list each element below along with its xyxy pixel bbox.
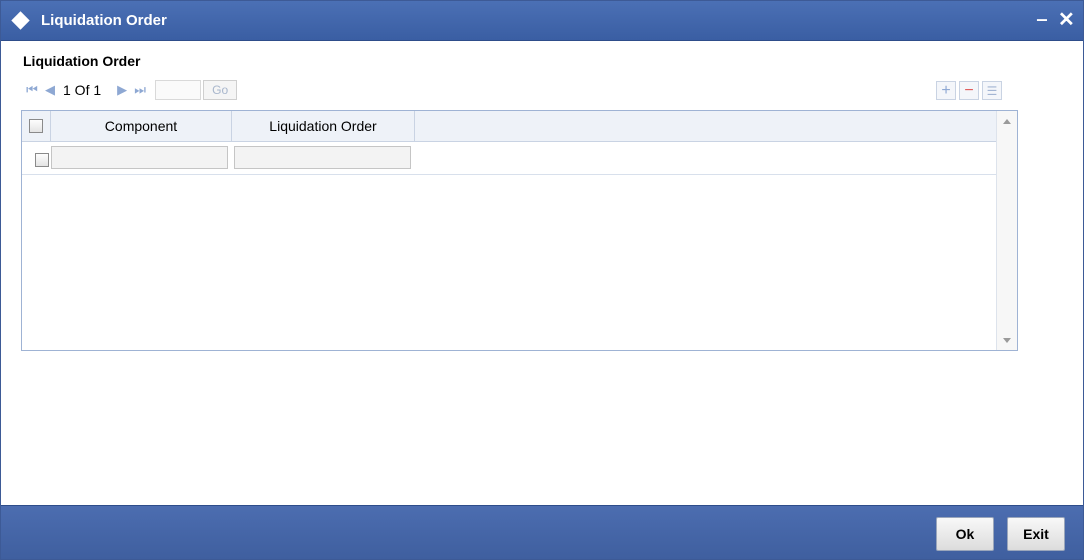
single-view-button[interactable]: ☰: [982, 81, 1002, 100]
table-row: [22, 143, 996, 175]
scroll-up-icon[interactable]: [1003, 119, 1011, 124]
select-all-checkbox[interactable]: [29, 119, 43, 133]
liquidation-order-window: Liquidation Order ‒ ✕ Liquidation Order …: [0, 0, 1084, 560]
ok-button[interactable]: Ok: [936, 517, 994, 551]
first-page-icon[interactable]: ⏮: [23, 82, 41, 98]
select-all-cell: [22, 111, 51, 142]
window-title: Liquidation Order: [41, 12, 167, 29]
liquidation-order-grid: Component Liquidation Order: [21, 110, 1018, 351]
column-header-liquidation-order[interactable]: Liquidation Order: [232, 111, 415, 142]
delete-row-button[interactable]: −: [959, 81, 979, 100]
list-icon: ☰: [986, 83, 998, 98]
grid-header: Component Liquidation Order: [22, 111, 996, 142]
minus-icon: −: [964, 81, 974, 99]
goto-page-input[interactable]: [155, 80, 202, 100]
add-row-button[interactable]: +: [936, 81, 956, 100]
close-button[interactable]: ✕: [1058, 7, 1075, 32]
scroll-down-icon[interactable]: [1003, 338, 1011, 343]
go-button[interactable]: Go: [203, 80, 238, 100]
next-page-icon[interactable]: ▶: [113, 82, 131, 98]
row-select-checkbox[interactable]: [35, 153, 49, 167]
liquidation-order-field[interactable]: [234, 146, 411, 169]
plus-icon: +: [941, 81, 951, 99]
exit-button[interactable]: Exit: [1007, 517, 1065, 551]
component-field[interactable]: [51, 146, 228, 169]
page-info: 1 Of 1: [63, 82, 102, 98]
footer-bar: Ok Exit: [1, 505, 1083, 559]
pagination-bar: ⏮ ◀ 1 Of 1 ▶ ⏭ Go: [23, 80, 238, 100]
previous-page-icon[interactable]: ◀: [41, 82, 59, 98]
diamond-icon: [11, 11, 30, 30]
last-page-icon[interactable]: ⏭: [131, 82, 149, 98]
column-header-component[interactable]: Component: [51, 111, 232, 142]
title-bar: Liquidation Order ‒ ✕: [1, 1, 1083, 41]
minimize-button[interactable]: ‒: [1037, 9, 1047, 30]
vertical-scrollbar[interactable]: [996, 111, 1017, 350]
section-title: Liquidation Order: [23, 53, 141, 69]
grid-actions: + − ☰: [933, 81, 1002, 100]
